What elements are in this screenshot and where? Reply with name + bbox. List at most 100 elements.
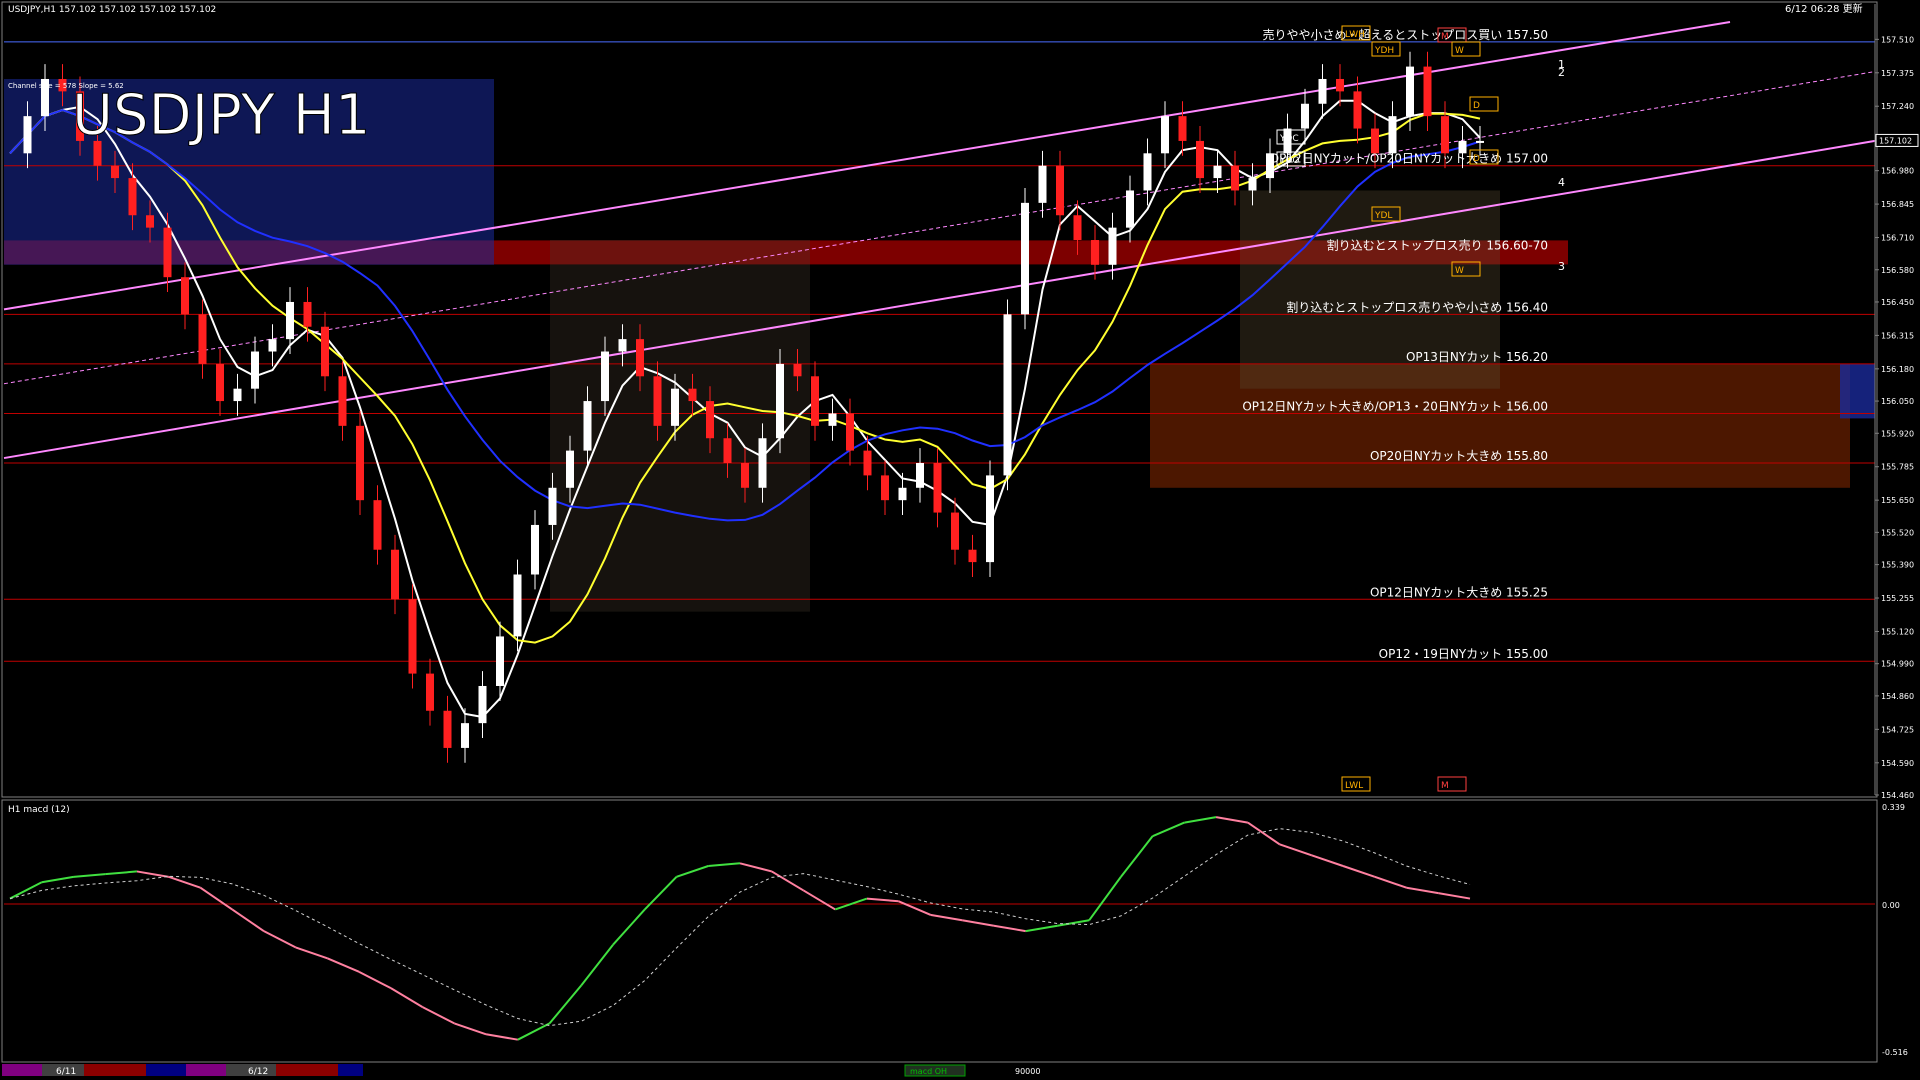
candle-body <box>1301 103 1309 129</box>
candle-body <box>1231 165 1239 191</box>
marker-m-bottom: M <box>1441 781 1449 791</box>
level-label-1: OP12日NYカット/OP20日NYカット大きめ 157.00 <box>1270 152 1548 166</box>
candle-body <box>496 636 504 686</box>
candle-body <box>1441 116 1449 154</box>
macd-segment <box>358 970 392 990</box>
macd-segment <box>168 875 201 889</box>
macd-segment <box>1088 876 1122 921</box>
candle-body <box>356 425 364 501</box>
price-axis-layer: 157.510157.375157.240157.105156.980156.8… <box>1874 4 1919 800</box>
symbol-info: USDJPY,H1 157.102 157.102 157.102 157.10… <box>8 5 216 15</box>
channel-number-3: 3 <box>1558 260 1565 273</box>
macd-tab[interactable]: macd OH <box>910 1067 947 1076</box>
price-tick-label-14: 155.650 <box>1881 496 1914 505</box>
candle-body <box>233 388 242 402</box>
price-tick-label-8: 156.450 <box>1881 298 1914 307</box>
price-tick-label-11: 156.050 <box>1881 397 1914 406</box>
macd-segment <box>739 862 772 873</box>
macd-segment <box>676 865 709 878</box>
candle-body <box>1388 116 1397 154</box>
candle-body <box>128 178 137 216</box>
candle-body <box>898 487 907 501</box>
macd-segment <box>517 1022 551 1041</box>
candle-body <box>23 116 32 154</box>
level-label-0: 売りやや小さめ・超えるとストップロス買い 157.50 <box>1263 27 1548 42</box>
candle-body <box>181 277 189 315</box>
candle-body <box>1056 165 1064 216</box>
macd-segment <box>1184 816 1217 824</box>
macd-segment <box>1215 816 1248 824</box>
candle-body <box>373 500 382 550</box>
marker-w-top: W <box>1455 46 1464 56</box>
candle-body <box>1476 140 1484 143</box>
macd-segment <box>1247 821 1281 846</box>
time-axis-bar <box>2 1064 966 1077</box>
level-label-8: OP12・19日NYカット 155.00 <box>1379 647 1548 661</box>
candle-body <box>408 599 417 674</box>
candle-body <box>793 363 802 377</box>
current-price-label: 157.102 <box>1879 136 1912 145</box>
price-tick-label-21: 154.725 <box>1881 725 1914 734</box>
macd-segment <box>708 862 741 868</box>
macd-segment <box>612 908 646 946</box>
price-tick-label-13: 155.785 <box>1881 463 1914 472</box>
macd-axis-top: 0.339 <box>1882 803 1905 812</box>
marker-d-top: D <box>1473 101 1480 111</box>
price-tick-label-5: 156.845 <box>1881 200 1914 209</box>
macd-segment <box>771 870 804 892</box>
candle-body <box>758 438 767 488</box>
candle-body <box>741 463 749 488</box>
candle-body <box>531 524 539 575</box>
macd-segment <box>930 913 963 922</box>
level-label-4: OP13日NYカット 156.20 <box>1406 350 1548 364</box>
candle-body <box>933 463 942 513</box>
macd-segment <box>263 930 297 949</box>
candle-body <box>951 512 959 550</box>
macd-segment <box>136 870 169 878</box>
candle-body <box>881 475 889 501</box>
candle-body <box>1406 66 1414 117</box>
level-label-5: OP12日NYカット大きめ/OP13・20日NYカット 156.00 <box>1242 399 1548 413</box>
candle-body <box>566 450 574 488</box>
macd-segment <box>580 944 614 987</box>
price-tick-label-16: 155.390 <box>1881 561 1914 570</box>
marker-ydc: YDC <box>1279 134 1299 144</box>
candle-body <box>1213 165 1222 179</box>
volume-label: 90000 <box>1015 1067 1040 1076</box>
macd-segment <box>41 875 74 884</box>
marker-ydo: YDO <box>1279 156 1300 166</box>
macd-segment <box>866 897 899 903</box>
macd-signal-line <box>9 828 1471 1027</box>
candle-body <box>968 549 977 563</box>
marker-lwl: LWL <box>1345 781 1363 791</box>
price-tick-label-2: 157.240 <box>1881 102 1914 111</box>
macd-segment <box>1342 865 1376 878</box>
macd-segment <box>1120 835 1154 878</box>
candle-body <box>548 487 557 525</box>
price-tick-label-20: 154.860 <box>1881 692 1914 701</box>
price-tick-label-12: 155.920 <box>1881 429 1914 438</box>
candle-body <box>478 685 487 724</box>
candle-body <box>426 673 434 711</box>
macd-segment <box>73 873 106 878</box>
candle-body <box>443 710 452 748</box>
candle-body <box>216 363 224 402</box>
candle-body <box>863 450 872 476</box>
candle-body <box>688 388 697 402</box>
macd-segment <box>326 957 360 973</box>
macd-axis-bottom: -0.516 <box>1882 1048 1908 1057</box>
candle-body <box>1353 91 1362 129</box>
macd-segment <box>454 1022 487 1036</box>
macd-segment <box>422 1006 455 1025</box>
candle-body <box>1108 227 1117 265</box>
marker-ydh: YDH <box>1374 46 1394 56</box>
candle-body <box>146 215 154 228</box>
candle-body <box>513 574 522 637</box>
macd-panel-frame <box>1 799 1878 1063</box>
channel-number-4: 4 <box>1558 176 1565 189</box>
candle-body <box>286 301 294 340</box>
macd-segment <box>802 889 836 911</box>
candle-body <box>1003 314 1012 476</box>
ichimoku-cloud-layer <box>4 78 1875 612</box>
candle-body <box>636 339 644 377</box>
